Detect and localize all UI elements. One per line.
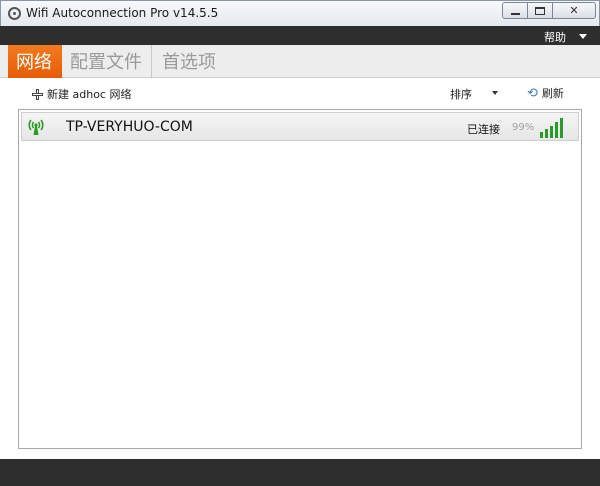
refresh-label: 刷新 xyxy=(541,87,564,100)
title-bar: Wifi Autoconnection Pro v14.5.5 ✕ xyxy=(0,0,600,26)
tab-bar: 网络 配置文件 首选项 xyxy=(0,45,600,78)
close-button[interactable]: ✕ xyxy=(552,2,596,19)
help-menu[interactable]: 帮助 xyxy=(544,29,566,45)
refresh-icon: ⟲ xyxy=(527,85,538,101)
network-row[interactable]: TP-VERYHUO-COM 已连接 99% xyxy=(21,112,579,141)
sort-dropdown[interactable]: 排序 xyxy=(450,86,472,102)
maximize-button[interactable] xyxy=(527,2,553,19)
refresh-button[interactable]: ⟲ 刷新 xyxy=(527,85,564,101)
minimize-icon xyxy=(510,12,520,15)
new-adhoc-network-button[interactable]: 新建 adhoc 网络 xyxy=(32,86,131,102)
wifi-antenna-icon xyxy=(28,119,44,135)
window-title: Wifi Autoconnection Pro v14.5.5 xyxy=(26,6,219,20)
chevron-down-icon[interactable] xyxy=(579,34,587,39)
new-adhoc-label: 新建 adhoc 网络 xyxy=(47,88,132,101)
maximize-icon xyxy=(535,6,545,15)
close-icon: ✕ xyxy=(569,4,579,17)
signal-strength-icon xyxy=(540,118,563,138)
tab-profiles[interactable]: 配置文件 xyxy=(62,45,152,78)
app-icon xyxy=(8,7,21,20)
plus-icon xyxy=(32,88,43,100)
network-ssid: TP-VERYHUO-COM xyxy=(66,119,193,135)
network-list[interactable]: TP-VERYHUO-COM 已连接 99% xyxy=(18,109,582,449)
connection-status: 已连接 xyxy=(467,123,500,136)
tab-preferences[interactable]: 首选项 xyxy=(154,45,234,78)
status-bar xyxy=(0,459,600,486)
toolbar: 新建 adhoc 网络 排序 ⟲ 刷新 xyxy=(0,79,600,107)
signal-percent: 99% xyxy=(512,122,535,133)
top-menu-bar: 帮助 xyxy=(0,26,600,45)
sort-chevron-icon[interactable] xyxy=(492,91,498,95)
minimize-button[interactable] xyxy=(502,2,528,19)
tab-networks[interactable]: 网络 xyxy=(8,45,62,78)
